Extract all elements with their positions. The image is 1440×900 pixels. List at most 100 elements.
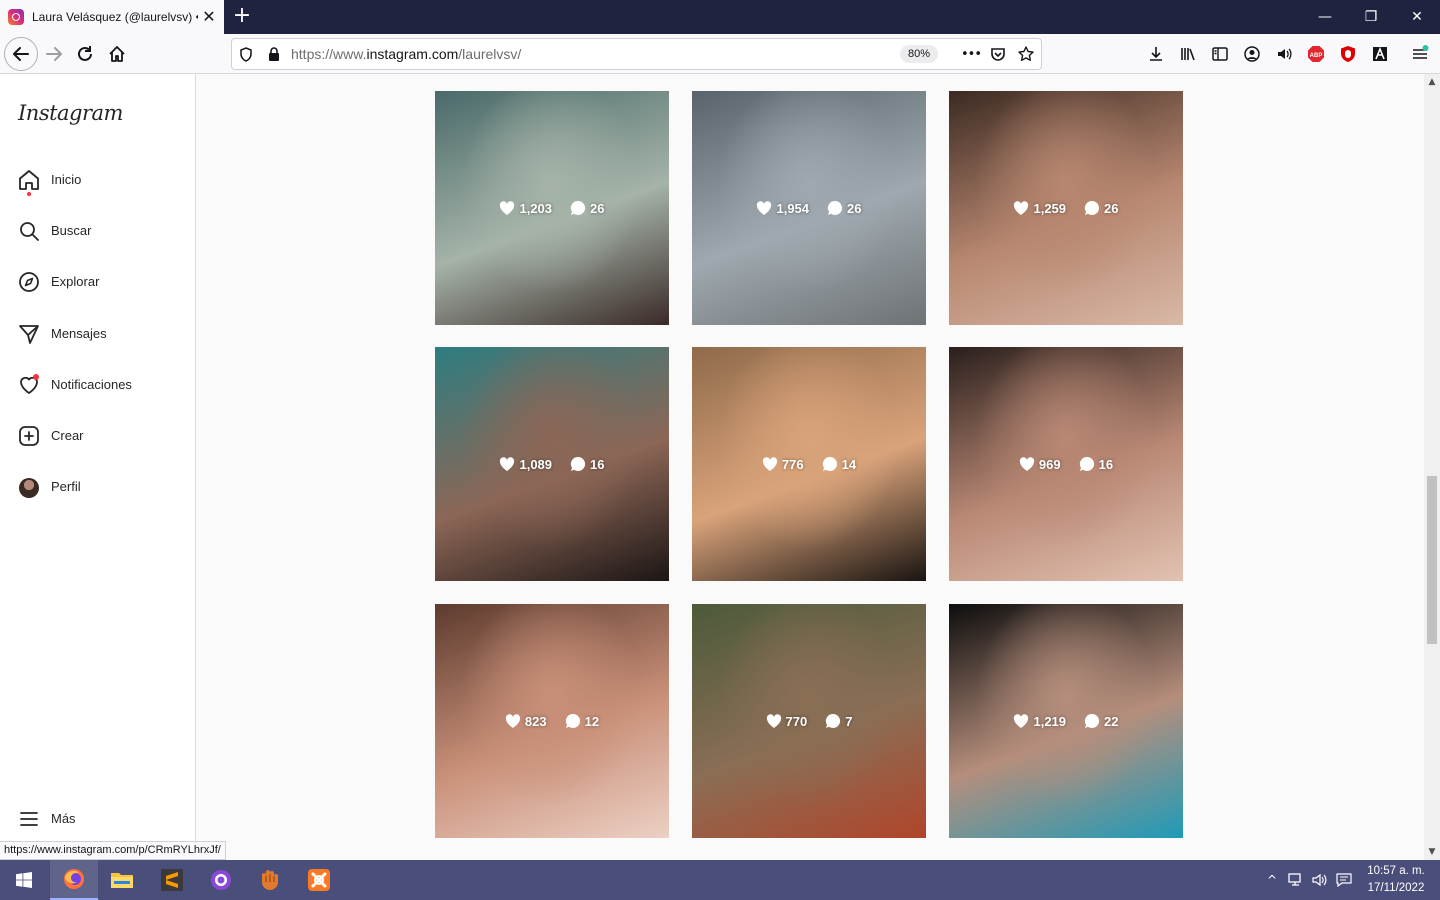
post-tile[interactable]: 1,219 22 bbox=[949, 604, 1183, 838]
new-tab-button[interactable]: + bbox=[230, 4, 254, 28]
speaker-icon[interactable] bbox=[1275, 45, 1293, 63]
sidebar-item-label: Mensajes bbox=[51, 326, 107, 341]
scroll-up-icon[interactable]: ▲ bbox=[1424, 74, 1440, 90]
sidebar-item-perfil[interactable]: Perfil bbox=[0, 467, 195, 507]
minimize-button[interactable]: — bbox=[1302, 0, 1348, 34]
extension-icon[interactable] bbox=[1371, 45, 1389, 63]
post-tile[interactable]: 1,259 26 bbox=[949, 91, 1183, 325]
comments-value: 16 bbox=[590, 456, 605, 472]
heart-filled-icon bbox=[1019, 456, 1035, 471]
forward-arrow-icon bbox=[46, 47, 62, 61]
comments-value: 16 bbox=[1098, 456, 1114, 472]
comments-count: 7 bbox=[825, 713, 852, 729]
compass-icon bbox=[19, 272, 39, 292]
page-actions-icon[interactable]: ••• bbox=[959, 46, 983, 62]
tray-chevron-up-icon[interactable]: ^ bbox=[1264, 872, 1280, 888]
heart-filled-icon bbox=[505, 713, 521, 728]
network-icon[interactable] bbox=[1288, 872, 1304, 888]
post-tile[interactable]: 770 7 bbox=[692, 604, 926, 838]
post-stats-overlay: 1,259 26 bbox=[949, 91, 1183, 325]
sidebar-item-label: Perfil bbox=[51, 479, 81, 494]
comments-count: 26 bbox=[827, 200, 862, 216]
post-tile[interactable]: 1,203 26 bbox=[435, 91, 669, 325]
avatar bbox=[19, 478, 39, 498]
notification-dot bbox=[27, 192, 31, 196]
restore-button[interactable]: ❐ bbox=[1348, 0, 1394, 34]
instagram-favicon-icon bbox=[8, 9, 24, 25]
instagram-logo[interactable]: Instagram bbox=[18, 101, 123, 125]
file-explorer-icon[interactable] bbox=[98, 860, 146, 900]
sidebar-item-buscar[interactable]: Buscar bbox=[0, 211, 195, 251]
post-tile[interactable]: 823 12 bbox=[435, 604, 669, 838]
page-scrollbar[interactable]: ▲ ▼ bbox=[1424, 74, 1440, 860]
adblock-plus-icon[interactable]: ABP bbox=[1307, 45, 1325, 63]
notification-dot bbox=[33, 374, 39, 380]
lock-icon[interactable] bbox=[266, 46, 282, 62]
scroll-down-icon[interactable]: ▼ bbox=[1424, 844, 1440, 860]
firefox-icon[interactable] bbox=[50, 860, 98, 900]
post-tile[interactable]: 776 14 bbox=[692, 347, 926, 581]
clock-date: 17/11/2022 bbox=[1367, 882, 1425, 894]
browser-tab[interactable]: Laura Velásquez (@laurelvsv) • I ✕ bbox=[0, 0, 224, 34]
sidebar-item-label: Buscar bbox=[51, 223, 92, 238]
taskbar-clock[interactable]: 10:57 a. m. 17/11/2022 bbox=[1356, 863, 1436, 897]
zoom-level-badge[interactable]: 80% bbox=[900, 45, 938, 63]
scrollbar-thumb[interactable] bbox=[1427, 476, 1437, 644]
action-center-icon[interactable] bbox=[1336, 872, 1352, 888]
instagram-sidebar: Instagram Inicio Buscar Explorar Mensaje… bbox=[0, 74, 196, 860]
post-stats-overlay: 1,089 16 bbox=[435, 347, 669, 581]
send-icon bbox=[19, 325, 39, 344]
svg-text:ABP: ABP bbox=[1310, 53, 1323, 59]
post-tile[interactable]: 1,089 16 bbox=[435, 347, 669, 581]
home-icon bbox=[109, 46, 125, 62]
comment-bubble-icon bbox=[826, 713, 841, 728]
sidebar-item-mas[interactable]: Más bbox=[0, 799, 195, 839]
account-icon[interactable] bbox=[1243, 45, 1261, 63]
comment-bubble-icon bbox=[1084, 200, 1100, 215]
post-stats-overlay: 823 12 bbox=[435, 604, 669, 838]
post-tile[interactable]: 969 16 bbox=[949, 347, 1183, 581]
github-desktop-icon[interactable] bbox=[197, 860, 245, 900]
sidebar-item-inicio[interactable]: Inicio bbox=[0, 160, 195, 200]
home-button[interactable] bbox=[101, 38, 133, 70]
shield-icon[interactable] bbox=[238, 46, 254, 62]
sidebar-item-label: Explorar bbox=[51, 274, 100, 289]
sidebar-item-explorar[interactable]: Explorar bbox=[0, 262, 195, 302]
library-icon[interactable] bbox=[1179, 45, 1197, 63]
ublock-origin-icon[interactable] bbox=[1339, 45, 1357, 63]
comment-bubble-icon bbox=[570, 456, 586, 471]
post-tile[interactable]: 1,954 26 bbox=[692, 91, 926, 325]
likes-value: 1,203 bbox=[519, 200, 553, 216]
bookmark-star-icon[interactable] bbox=[1018, 46, 1034, 62]
back-button[interactable] bbox=[4, 37, 38, 71]
pocket-icon[interactable] bbox=[990, 46, 1006, 62]
xampp-icon[interactable] bbox=[295, 860, 343, 900]
app-menu-icon[interactable] bbox=[1411, 45, 1429, 63]
windows-start-icon[interactable] bbox=[0, 860, 48, 900]
post-stats-overlay: 1,203 26 bbox=[435, 91, 669, 325]
post-stats-overlay: 1,954 26 bbox=[692, 91, 926, 325]
windows-taskbar: ^ 10:57 a. m. 17/11/2022 bbox=[0, 860, 1440, 900]
plus-square-icon bbox=[19, 426, 39, 446]
comments-value: 22 bbox=[1104, 713, 1119, 729]
sublime-text-icon[interactable] bbox=[148, 860, 196, 900]
heart-filled-icon bbox=[500, 456, 515, 471]
url-bar[interactable]: https://www.instagram.com/laurelvsv/ 80%… bbox=[231, 38, 1042, 70]
comments-value: 26 bbox=[1104, 200, 1119, 216]
baseball-glove-icon[interactable] bbox=[246, 860, 294, 900]
sidebar-item-notificaciones[interactable]: Notificaciones bbox=[0, 365, 195, 405]
tab-close-button[interactable]: ✕ bbox=[200, 8, 218, 26]
downloads-icon[interactable] bbox=[1147, 45, 1165, 63]
likes-count: 969 bbox=[1019, 457, 1061, 472]
sidebar-item-crear[interactable]: Crear bbox=[0, 416, 195, 456]
clock-time: 10:57 a. m. bbox=[1367, 865, 1425, 877]
reload-button[interactable] bbox=[69, 38, 101, 70]
likes-count: 1,089 bbox=[499, 457, 552, 472]
close-window-button[interactable]: ✕ bbox=[1394, 0, 1440, 34]
volume-icon[interactable] bbox=[1312, 872, 1328, 888]
sidebar-toggle-icon[interactable] bbox=[1211, 45, 1229, 63]
forward-button[interactable] bbox=[38, 38, 70, 70]
heart-filled-icon bbox=[1014, 200, 1029, 215]
heart-filled-icon bbox=[500, 200, 515, 215]
sidebar-item-mensajes[interactable]: Mensajes bbox=[0, 314, 195, 354]
